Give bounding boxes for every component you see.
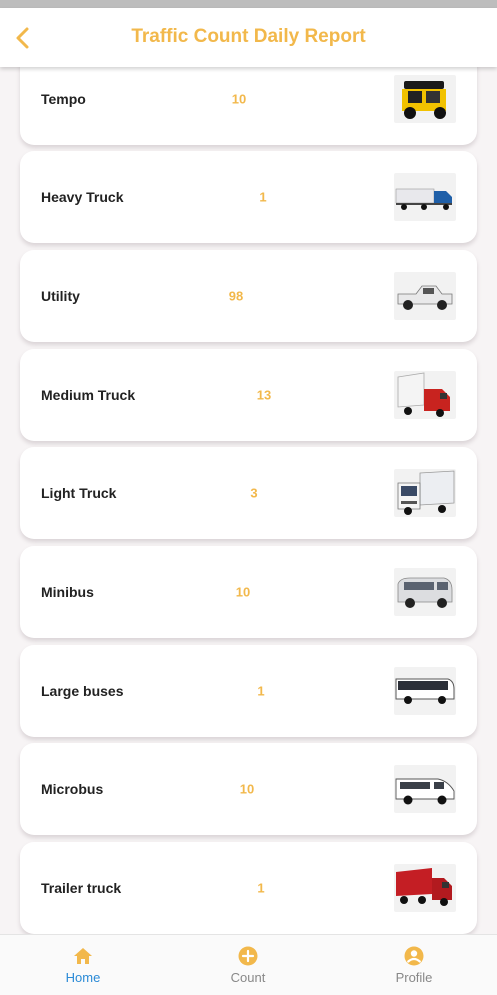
nav-count-label: Count: [230, 970, 266, 985]
vehicle-name: Microbus: [41, 781, 104, 797]
app-header: Traffic Count Daily Report: [0, 8, 497, 67]
vehicle-card-large-buses[interactable]: Large buses 1: [20, 645, 477, 737]
vehicle-name: Heavy Truck: [41, 189, 124, 205]
vehicle-name: Light Truck: [41, 485, 117, 501]
vehicle-card-medium-truck[interactable]: Medium Truck 13: [20, 349, 477, 441]
vehicle-name: Large buses: [41, 683, 124, 699]
vehicle-count: 10: [231, 91, 247, 107]
vehicle-count: 13: [256, 387, 272, 403]
nav-profile-label: Profile: [395, 970, 433, 985]
nav-profile[interactable]: Profile: [354, 935, 474, 993]
nav-home-label: Home: [65, 970, 101, 985]
medium-truck-image: [394, 371, 456, 419]
vehicle-count: 1: [257, 683, 265, 699]
home-icon: [74, 948, 92, 964]
profile-icon: [404, 946, 424, 966]
vehicle-count: 1: [259, 189, 267, 205]
vehicle-card-minibus[interactable]: Minibus 10: [20, 546, 477, 638]
vehicle-name: Medium Truck: [41, 387, 136, 403]
vehicle-count: 98: [228, 288, 244, 304]
utility-pickup-image: [394, 272, 456, 320]
bottom-navigation: Home Count Profile: [0, 934, 497, 995]
vehicle-list[interactable]: Tempo 10 Heavy Truck 1 Utility 98 Medium…: [0, 67, 497, 934]
microbus-image: [394, 765, 456, 813]
trailer-truck-image: [394, 864, 456, 912]
tempo-image: [394, 75, 456, 123]
add-circle-icon: [238, 946, 258, 966]
minibus-image: [394, 568, 456, 616]
light-truck-image: [394, 469, 456, 517]
page-title: Traffic Count Daily Report: [131, 26, 366, 47]
large-bus-image: [394, 667, 456, 715]
vehicle-card-microbus[interactable]: Microbus 10: [20, 743, 477, 835]
status-bar: [0, 0, 497, 8]
vehicle-count: 10: [239, 781, 255, 797]
vehicle-card-heavy-truck[interactable]: Heavy Truck 1: [20, 151, 477, 243]
vehicle-count: 3: [250, 485, 258, 501]
vehicle-name: Tempo: [41, 91, 86, 107]
nav-count[interactable]: Count: [188, 935, 308, 993]
vehicle-name: Utility: [41, 288, 80, 304]
vehicle-card-tempo[interactable]: Tempo 10: [20, 67, 477, 145]
vehicle-card-light-truck[interactable]: Light Truck 3: [20, 447, 477, 539]
nav-home[interactable]: Home: [23, 935, 143, 993]
heavy-truck-image: [394, 173, 456, 221]
vehicle-count: 10: [235, 584, 251, 600]
vehicle-card-trailer-truck[interactable]: Trailer truck 1: [20, 842, 477, 934]
vehicle-card-utility[interactable]: Utility 98: [20, 250, 477, 342]
vehicle-name: Minibus: [41, 584, 94, 600]
vehicle-name: Trailer truck: [41, 880, 122, 896]
vehicle-count: 1: [257, 880, 265, 896]
